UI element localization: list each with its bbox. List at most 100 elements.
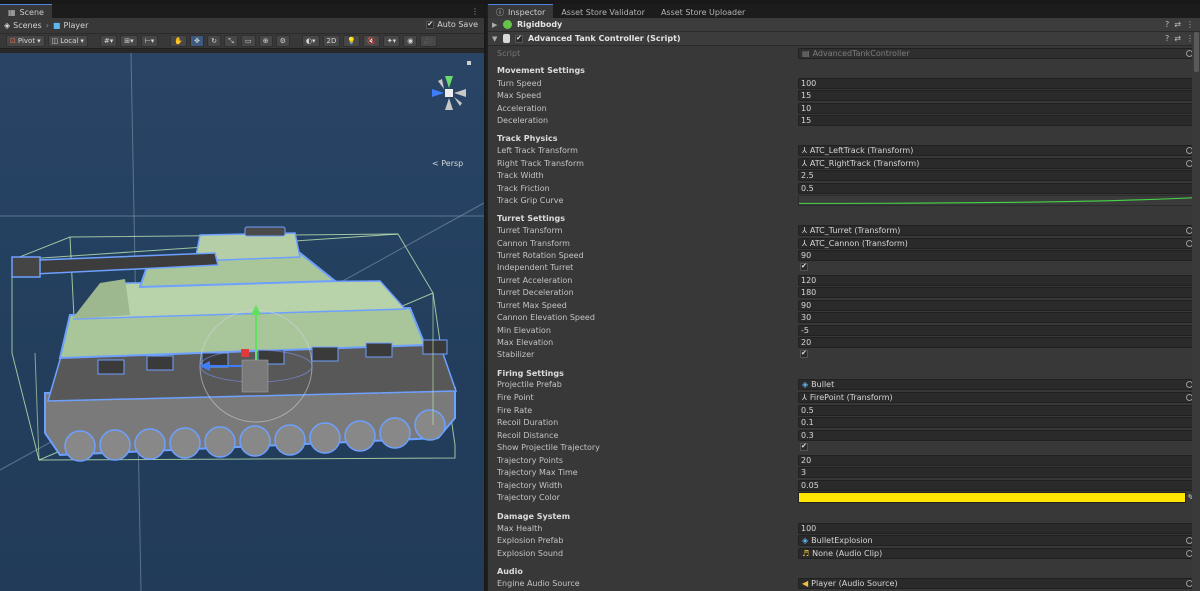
left-track-field[interactable]: ⅄ ATC_LeftTrack (Transform) <box>798 144 1196 156</box>
explosion-prefab-row: Explosion Prefab ◈ BulletExplosion <box>497 534 1196 546</box>
move-tool-icon[interactable]: ✥ <box>190 35 204 47</box>
persp-label[interactable]: < Persp <box>432 159 463 168</box>
trajectory-points-input[interactable]: 20 <box>798 454 1196 466</box>
turret-max-speed-input[interactable]: 90 <box>798 299 1196 311</box>
local-dropdown[interactable]: ◫ Local ▾ <box>47 35 88 47</box>
tab-asset-store-validator[interactable]: Asset Store Validator <box>553 4 653 18</box>
draw-mode-icon[interactable]: ◐▾ <box>301 35 320 47</box>
scene-tabbar: ▦ Scene ⋮ <box>0 4 484 18</box>
scene-visibility-icon[interactable]: ◉ <box>403 35 418 47</box>
show-trajectory-row: Show Projectile Trajectory <box>497 441 1196 453</box>
more-options-icon[interactable]: ⋮ <box>471 7 479 16</box>
cannon-elevation-speed-input[interactable]: 30 <box>798 311 1196 323</box>
lighting-toggle-icon[interactable]: 💡 <box>343 35 361 47</box>
rigidbody-header[interactable]: ▶ Rigidbody ? ⇄ ⋮ <box>488 18 1200 32</box>
preset-icon[interactable]: ⇄ <box>1174 34 1181 43</box>
scene-viewport[interactable]: < Persp <box>0 53 484 591</box>
help-icon[interactable]: ? <box>1165 20 1169 29</box>
collapsed-arrow-icon[interactable]: ▶ <box>492 21 498 29</box>
max-elevation-row: Max Elevation 20 <box>497 336 1196 348</box>
scale-tool-icon[interactable]: ⤡ <box>224 35 238 47</box>
turret-rotation-speed-input[interactable]: 90 <box>798 249 1196 261</box>
turret-transform-field[interactable]: ⅄ ATC_Turret (Transform) <box>798 224 1196 236</box>
rect-tool-icon[interactable]: ▭ <box>241 35 256 47</box>
custom-tool-icon[interactable]: ⚙ <box>275 35 290 47</box>
turret-max-speed-row: Turret Max Speed 90 <box>497 299 1196 311</box>
track-friction-input[interactable]: 0.5 <box>798 182 1196 194</box>
prefab-icon: ◈ <box>802 379 809 389</box>
explosion-sound-field[interactable]: ♬ None (Audio Clip) <box>798 547 1196 559</box>
help-icon[interactable]: ? <box>1165 34 1169 43</box>
component-enabled-checkbox[interactable] <box>515 34 523 43</box>
grid-visibility-icon[interactable]: ⊞▾ <box>120 35 138 47</box>
grid-snap-icon[interactable]: #▾ <box>99 35 118 47</box>
tab-inspector[interactable]: ⓘ Inspector <box>488 4 554 18</box>
audio-toggle-icon[interactable]: 🔇 <box>363 35 380 47</box>
track-grip-curve-field[interactable] <box>798 194 1196 206</box>
breadcrumb: ◈ Scenes › ■ Player Auto Save <box>0 18 484 33</box>
section-firing: Firing Settings <box>497 369 564 378</box>
turn-speed-input[interactable]: 100 <box>798 77 1196 89</box>
recoil-duration-input[interactable]: 0.1 <box>798 416 1196 428</box>
explosion-sound-row: Explosion Sound ♬ None (Audio Clip) <box>497 547 1196 559</box>
autosave-checkbox[interactable] <box>426 20 435 29</box>
expanded-arrow-icon[interactable]: ▼ <box>492 35 498 43</box>
stabilizer-checkbox[interactable] <box>800 349 808 358</box>
fire-point-field[interactable]: ⅄ FirePoint (Transform) <box>798 391 1196 403</box>
info-icon: ⓘ <box>496 8 504 17</box>
trajectory-width-input[interactable]: 0.05 <box>798 479 1196 491</box>
cannon-transform-field[interactable]: ⅄ ATC_Cannon (Transform) <box>798 237 1196 249</box>
effects-toggle-icon[interactable]: ✦▾ <box>382 35 401 47</box>
scene-canvas <box>0 53 484 591</box>
tab-scene[interactable]: ▦ Scene <box>0 4 52 18</box>
audio-clip-icon: ♬ <box>802 548 810 558</box>
trajectory-max-time-input[interactable]: 3 <box>798 466 1196 478</box>
independent-turret-checkbox[interactable] <box>800 262 808 271</box>
2d-toggle[interactable]: 2D <box>322 35 341 47</box>
tab-asset-store-uploader[interactable]: Asset Store Uploader <box>653 4 753 18</box>
min-elevation-input[interactable]: -5 <box>798 324 1196 336</box>
orientation-gizmo[interactable] <box>432 61 471 110</box>
prefab-icon: ◈ <box>802 535 809 545</box>
projectile-prefab-field[interactable]: ◈ Bullet <box>798 378 1196 390</box>
prefab-icon: ■ <box>52 21 61 30</box>
transform-icon: ⅄ <box>802 392 807 402</box>
independent-turret-row: Independent Turret <box>497 261 1196 273</box>
acceleration-input[interactable]: 10 <box>798 102 1196 114</box>
inspector-scrollbar[interactable] <box>1192 32 1200 591</box>
trajectory-color-swatch[interactable] <box>798 491 1186 503</box>
scrollbar-thumb[interactable] <box>1194 32 1199 72</box>
breadcrumb-scenes[interactable]: ◈ Scenes <box>4 21 42 30</box>
explosion-prefab-field[interactable]: ◈ BulletExplosion <box>798 534 1196 546</box>
deceleration-input[interactable]: 15 <box>798 114 1196 126</box>
camera-settings-icon[interactable]: 🎥 <box>420 35 438 47</box>
pivot-dropdown[interactable]: ⊡ Pivot ▾ <box>6 35 45 47</box>
right-track-field[interactable]: ⅄ ATC_RightTrack (Transform) <box>798 157 1196 169</box>
fire-rate-input[interactable]: 0.5 <box>798 404 1196 416</box>
increment-snap-icon[interactable]: ⊢▾ <box>140 35 159 47</box>
show-trajectory-checkbox[interactable] <box>800 442 808 451</box>
turret-deceleration-input[interactable]: 180 <box>798 286 1196 298</box>
min-elevation-row: Min Elevation -5 <box>497 324 1196 336</box>
track-width-input[interactable]: 2.5 <box>798 169 1196 181</box>
max-speed-input[interactable]: 15 <box>798 89 1196 101</box>
transform-tool-icon[interactable]: ⊕ <box>258 35 273 47</box>
recoil-distance-input[interactable]: 0.3 <box>798 429 1196 441</box>
turret-acceleration-input[interactable]: 120 <box>798 274 1196 286</box>
section-turret: Turret Settings <box>497 214 565 223</box>
rotate-tool-icon[interactable]: ↻ <box>207 35 221 47</box>
transform-icon: ⅄ <box>802 238 807 248</box>
engine-audio-source-field[interactable]: ◀ Player (Audio Source) <box>798 577 1196 589</box>
breadcrumb-player[interactable]: ■ Player <box>53 21 88 30</box>
max-elevation-input[interactable]: 20 <box>798 336 1196 348</box>
max-health-input[interactable]: 100 <box>798 522 1196 534</box>
script-field[interactable]: ▤ AdvancedTankController <box>798 47 1196 59</box>
tank-model[interactable] <box>11 226 458 462</box>
more-options-icon[interactable]: ⋮ <box>1186 20 1194 29</box>
script-icon <box>503 34 510 43</box>
scene-tab-icon: ▦ <box>8 8 16 17</box>
hand-tool-icon[interactable]: ✋ <box>170 35 187 47</box>
preset-icon[interactable]: ⇄ <box>1174 20 1181 29</box>
autosave-toggle[interactable]: Auto Save <box>426 20 478 29</box>
tank-controller-header[interactable]: ▼ Advanced Tank Controller (Script) ?⇄⋮ <box>488 32 1200 46</box>
